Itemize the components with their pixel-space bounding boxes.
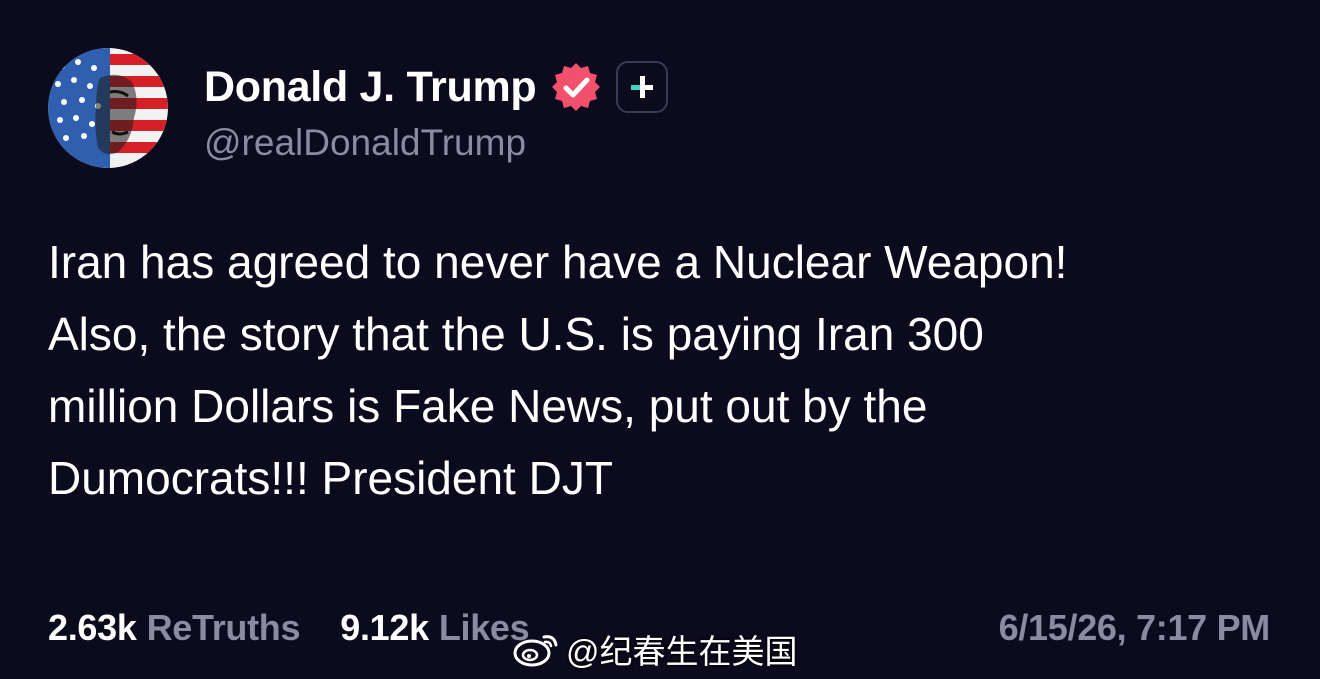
display-name[interactable]: Donald J. Trump (204, 63, 537, 112)
flag-portrait-avatar (48, 48, 168, 168)
post-text-line: Iran has agreed to never have a Nuclear … (48, 236, 1068, 288)
post-text: Iran has agreed to never have a Nuclear … (48, 226, 1278, 514)
author-row: Donald J. Trump (204, 58, 669, 116)
post-text-line: million Dollars is Fake News, put out by… (48, 380, 928, 432)
truth-post: Donald J. Trump @realDonaldTrump Iran ha… (0, 0, 1320, 679)
post-text-line: Also, the story that the U.S. is paying … (48, 308, 984, 360)
avatar[interactable] (48, 48, 168, 168)
verified-icon (550, 61, 602, 113)
engagement-stats: 2.63k ReTruths 9.12k Likes (48, 606, 530, 650)
author-handle[interactable]: @realDonaldTrump (204, 122, 526, 164)
retruths-count: 2.63k (48, 607, 137, 648)
likes-count: 9.12k (340, 607, 429, 648)
watermark-text: @纪春生在美国 (566, 633, 798, 670)
post-text-line: Dumocrats!!! President DJT (48, 452, 613, 504)
retruths-label: ReTruths (146, 607, 301, 648)
watermark: @纪春生在美国 (512, 624, 798, 674)
likes-stat[interactable]: 9.12k Likes (340, 607, 529, 649)
plus-icon[interactable] (616, 61, 669, 113)
weibo-icon (513, 635, 558, 667)
retruths-stat[interactable]: 2.63k ReTruths (48, 607, 301, 649)
post-timestamp[interactable]: 6/15/26, 7:17 PM (999, 606, 1271, 650)
